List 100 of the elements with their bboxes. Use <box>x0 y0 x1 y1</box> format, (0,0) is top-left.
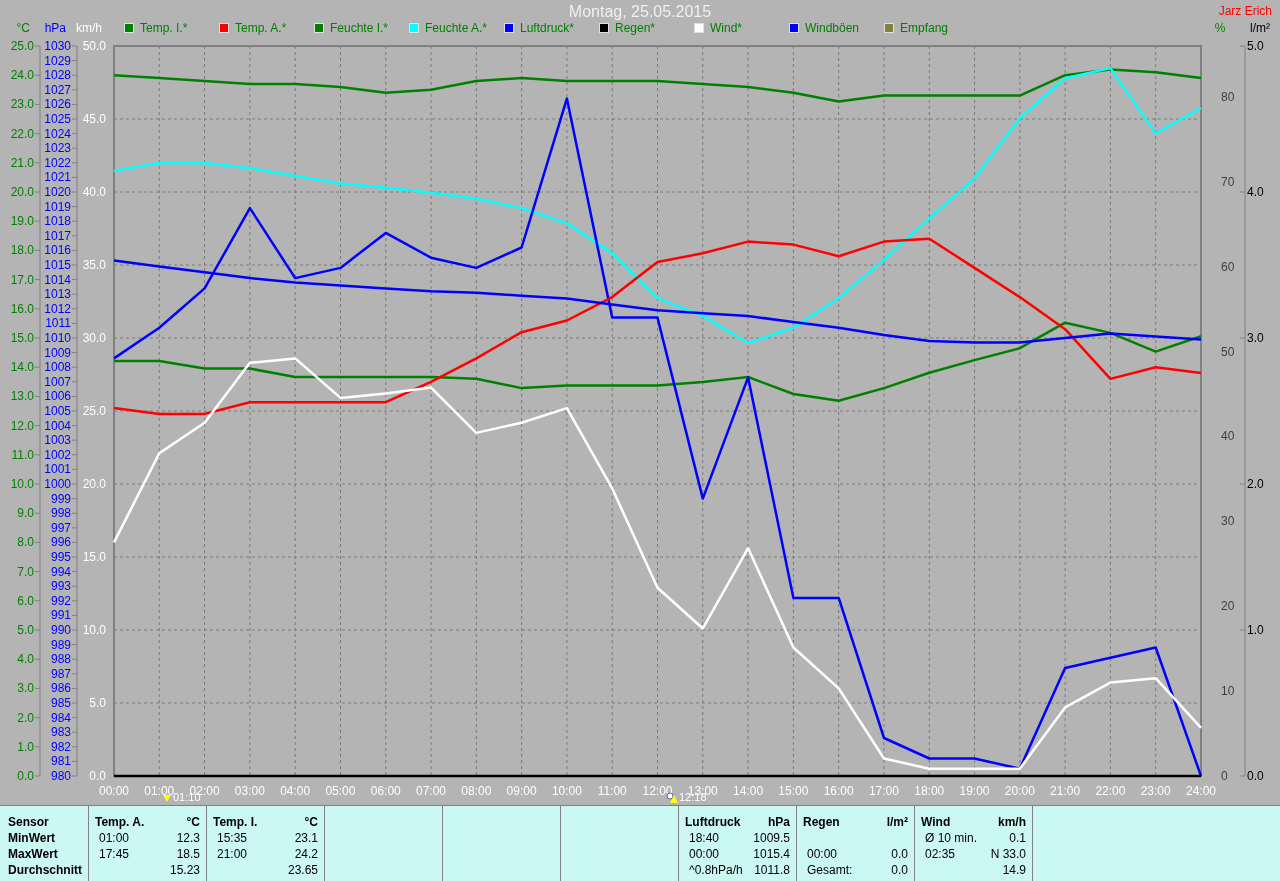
legend-label: Regen* <box>615 22 656 34</box>
y-axis-label: 1010 <box>44 331 71 345</box>
y-axis-label: 1.0 <box>1247 623 1264 637</box>
y-axis-label: 23.0 <box>10 97 34 112</box>
x-axis-label: 10:00 <box>551 784 582 798</box>
table-cell-text: 01:00 <box>98 830 130 846</box>
y-axis-label: 1017 <box>44 228 71 243</box>
y-axis-label: 1001 <box>44 462 71 477</box>
y-axis-label: 997 <box>50 520 71 535</box>
y-axis-label: 1020 <box>44 185 71 199</box>
x-axis-label: 24:00 <box>1186 784 1216 798</box>
table-cell: 0.0 <box>891 862 908 878</box>
y-axis-label: 1009 <box>44 345 71 360</box>
x-axis-label: 09:00 <box>506 784 537 798</box>
row-label: MaxWert <box>8 846 59 862</box>
author-label: Jarz Erich <box>1218 5 1272 17</box>
y-axis-label: 16.0 <box>10 301 34 316</box>
y-axis-label: 995 <box>50 550 71 564</box>
table-cell-text: 17:45 <box>98 846 130 862</box>
y-axis-label: 5.0 <box>1247 39 1264 53</box>
y-axis-label: 6.0 <box>17 593 34 608</box>
y-axis-label: 4.0 <box>17 652 34 667</box>
x-axis-label: 07:00 <box>416 784 447 798</box>
table-cell: 1015.4 <box>753 846 790 862</box>
table-cell-text: 21:00 <box>216 846 248 862</box>
unit-label: °C <box>186 814 200 830</box>
chart-title: Montag, 25.05.2015 <box>568 4 712 20</box>
y-axis-label: 1023 <box>44 141 71 156</box>
x-axis-label: 20:00 <box>1004 784 1035 798</box>
axis-unit-label: % <box>1213 22 1227 34</box>
table-cell: 1011.8 <box>754 862 790 878</box>
sensor-name: Temp. A. <box>95 814 145 830</box>
y-axis-label: 40.0 <box>82 185 106 199</box>
marker-icon <box>163 795 171 802</box>
row-label: Durchschnitt <box>8 862 83 878</box>
x-axis-label: 00:00 <box>99 784 129 798</box>
y-axis-label: 1012 <box>44 301 71 316</box>
table-cell: 14.9 <box>1002 862 1026 878</box>
table-cell-text: Ø 10 min. <box>924 830 978 846</box>
y-axis-label: 987 <box>50 666 71 681</box>
y-axis-label: 0 <box>1221 769 1228 783</box>
y-axis-label: 50 <box>1221 344 1235 359</box>
y-axis-label: 982 <box>50 739 71 754</box>
y-axis-label: 10.0 <box>10 477 34 491</box>
y-axis-label: 1026 <box>44 97 71 112</box>
table-cell: N 33.0 <box>990 846 1026 862</box>
y-axis-label: 15.0 <box>10 331 34 345</box>
x-axis-label: 18:00 <box>914 784 945 798</box>
table-cell-text: ^0.8hPa/h <box>688 862 743 878</box>
axis-unit-label: km/h <box>75 22 103 34</box>
y-axis-label: 5.0 <box>17 623 34 637</box>
table-cell-text: 00:00 <box>806 846 838 862</box>
table-cell: 18.5 <box>176 846 200 862</box>
y-axis-label: 1021 <box>44 170 71 185</box>
unit-label: km/h <box>998 814 1026 830</box>
table-cell: 0.1 <box>1009 830 1026 846</box>
y-axis-label: 5.0 <box>89 696 106 710</box>
y-axis-label: 1006 <box>44 389 71 404</box>
y-axis-label: 70 <box>1221 174 1235 189</box>
y-axis-label: 999 <box>50 491 71 506</box>
x-axis-label: 23:00 <box>1140 784 1171 798</box>
sensor-name: Luftdruck <box>685 814 741 830</box>
y-axis-label: 0.0 <box>17 769 34 783</box>
unit-label: l/m² <box>886 814 908 830</box>
legend-label: Feuchte A.* <box>425 22 488 34</box>
y-axis-label: 1025 <box>44 112 71 126</box>
axis-unit-label: °C <box>15 22 31 34</box>
y-axis-label: 984 <box>50 710 71 725</box>
y-axis-label: 1018 <box>44 214 71 229</box>
sensor-name: Wind <box>921 814 951 830</box>
y-axis-label: 14.0 <box>10 360 34 375</box>
axis-unit-label: l/m² <box>1249 22 1271 34</box>
y-axis-label: 20.0 <box>82 477 106 491</box>
y-axis-label: 993 <box>50 579 71 594</box>
x-axis-label: 04:00 <box>280 784 311 798</box>
y-axis-label: 45.0 <box>82 112 106 126</box>
table-cell: 23.1 <box>294 830 318 846</box>
x-axis-label: 11:00 <box>597 784 627 798</box>
legend-label: Empfang <box>900 22 949 34</box>
table-cell-text: 00:00 <box>688 846 720 862</box>
y-axis-label: 12.0 <box>10 418 34 433</box>
x-axis-label: 06:00 <box>370 784 401 798</box>
y-axis-label: 22.0 <box>10 126 34 141</box>
table-cell-text: 15:35 <box>216 830 248 846</box>
y-axis-label: 1011 <box>45 316 71 331</box>
y-axis-label: 992 <box>50 593 71 608</box>
y-axis-label: 19.0 <box>10 214 34 229</box>
y-axis-label: 7.0 <box>17 564 34 579</box>
y-axis-label: 20 <box>1221 599 1235 614</box>
y-axis-label: 1005 <box>44 404 71 418</box>
y-axis-label: 35.0 <box>82 258 106 272</box>
y-axis-label: 988 <box>50 652 71 667</box>
legend-label: Wind* <box>710 22 742 34</box>
x-axis-label: 15:00 <box>778 784 809 798</box>
y-axis-label: 1027 <box>44 82 71 97</box>
sensor-name: Regen <box>803 814 840 830</box>
legend-label: Windböen <box>805 22 860 34</box>
y-axis-label: 18.0 <box>10 243 34 258</box>
y-axis-label: 1019 <box>44 199 71 214</box>
y-axis-label: 998 <box>50 506 71 521</box>
